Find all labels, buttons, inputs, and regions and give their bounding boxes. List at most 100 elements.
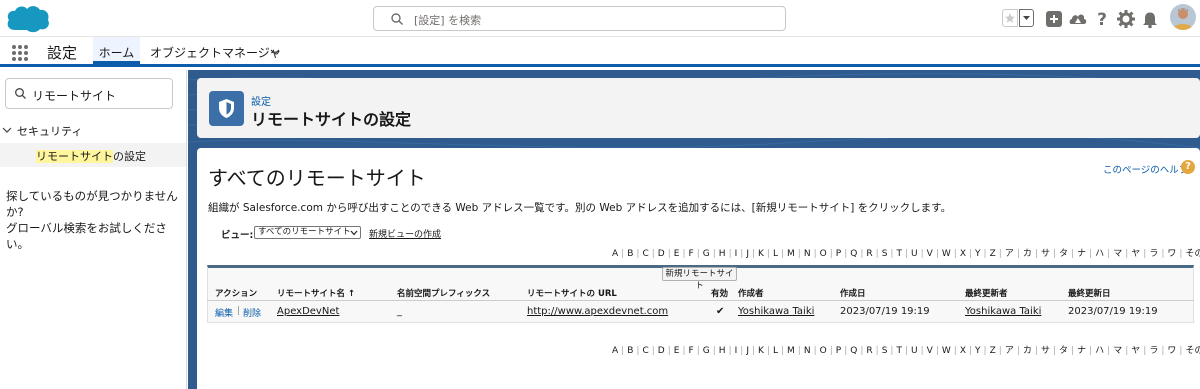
alpha-filter-item[interactable]: ヤ [1128, 343, 1143, 356]
alpha-filter-item[interactable]: T [893, 249, 905, 259]
alpha-filter-item[interactable]: N [801, 249, 814, 259]
column-header-url[interactable]: リモートサイトの URL [527, 287, 617, 299]
modified-by-link[interactable]: Yoshikawa Taiki [965, 306, 1041, 317]
alpha-filter-item[interactable]: X [957, 249, 969, 259]
alpha-filter-item[interactable]: Z [987, 346, 999, 356]
alpha-filter-item[interactable]: H [716, 249, 729, 259]
column-header-namespace[interactable]: 名前空間プレフィックス [397, 287, 490, 299]
alpha-filter-item[interactable]: W [939, 346, 954, 356]
alpha-filter-item[interactable]: E [671, 249, 683, 259]
tree-section-security[interactable]: セキュリティ [17, 123, 82, 139]
notification-bell-icon[interactable] [1140, 9, 1160, 29]
alpha-filter-item[interactable]: ナ [1074, 246, 1089, 259]
alpha-filter-item[interactable]: Y [972, 249, 984, 259]
alpha-filter-item[interactable]: その他 [1182, 343, 1200, 356]
alpha-filter-item[interactable]: J [743, 346, 752, 356]
alpha-filter-item[interactable]: G [700, 249, 713, 259]
alpha-filter-item[interactable]: S [879, 346, 891, 356]
alpha-filter-item[interactable]: Q [847, 346, 860, 356]
alpha-filter-item[interactable]: ア [1002, 246, 1017, 259]
tab-home[interactable]: ホーム [93, 37, 140, 64]
edit-link[interactable]: 編集 [215, 306, 233, 319]
alpha-filter-item[interactable]: マ [1110, 343, 1125, 356]
alpha-filter-item[interactable]: マ [1110, 246, 1125, 259]
alpha-filter-item[interactable]: I [732, 249, 741, 259]
alpha-filter-item[interactable]: G [700, 346, 713, 356]
alpha-filter-item[interactable]: カ [1020, 343, 1035, 356]
alpha-filter-item[interactable]: U [908, 249, 921, 259]
alpha-filter-item[interactable]: D [655, 346, 668, 356]
alpha-filter-item[interactable]: O [817, 249, 830, 259]
alpha-filter-item[interactable]: サ [1038, 246, 1053, 259]
tab-object-manager[interactable]: オブジェクトマネージャ [150, 44, 281, 61]
alpha-filter-item[interactable]: S [879, 249, 891, 259]
alpha-filter-item[interactable]: C [639, 249, 651, 259]
chevron-down-icon[interactable] [269, 47, 281, 57]
alpha-filter-item[interactable]: Q [847, 249, 860, 259]
alpha-filter-item[interactable]: V [924, 249, 936, 259]
tree-item-remote-site-settings[interactable]: リモートサイトの設定 [0, 143, 186, 167]
alpha-filter-item[interactable]: N [801, 346, 814, 356]
quick-find-input[interactable]: リモートサイト [5, 78, 173, 109]
column-header-modified-by[interactable]: 最終更新者 [965, 287, 1008, 299]
alpha-filter-item[interactable]: Y [972, 346, 984, 356]
alpha-filter-item[interactable]: ワ [1164, 343, 1179, 356]
alpha-filter-item[interactable]: F [686, 249, 697, 259]
favorites-dropdown-icon[interactable] [1019, 9, 1034, 27]
alpha-filter-item[interactable]: V [924, 346, 936, 356]
alpha-filter-item[interactable]: X [957, 346, 969, 356]
alpha-filter-item[interactable]: ラ [1146, 343, 1161, 356]
alpha-filter-item[interactable]: U [908, 346, 921, 356]
salesforce-logo-icon[interactable] [5, 4, 51, 34]
create-new-view-link[interactable]: 新規ビューの作成 [369, 227, 441, 240]
alpha-filter-item[interactable]: L [770, 346, 781, 356]
column-header-created-by[interactable]: 作成者 [738, 287, 764, 299]
alpha-filter-item[interactable]: M [784, 249, 798, 259]
remote-site-url-link[interactable]: http://www.apexdevnet.com [527, 306, 668, 317]
column-header-remote-site-name[interactable]: リモートサイト名 ↑ [277, 287, 355, 299]
app-launcher-icon[interactable] [11, 44, 29, 62]
help-question-icon[interactable]: ? [1181, 160, 1195, 174]
add-icon[interactable] [1044, 9, 1064, 29]
alpha-filter-item[interactable]: F [686, 346, 697, 356]
alpha-filter-item[interactable]: L [770, 249, 781, 259]
alpha-filter-item[interactable]: ハ [1092, 246, 1107, 259]
created-by-link[interactable]: Yoshikawa Taiki [738, 306, 814, 317]
alpha-filter-item[interactable]: ハ [1092, 343, 1107, 356]
alpha-filter-item[interactable]: W [939, 249, 954, 259]
favorite-star-icon[interactable] [1002, 9, 1018, 27]
alpha-filter-item[interactable]: O [817, 346, 830, 356]
alpha-filter-item[interactable]: J [743, 249, 752, 259]
help-icon[interactable]: ? [1092, 9, 1112, 29]
alpha-filter-item[interactable]: B [624, 346, 636, 356]
alpha-filter-item[interactable]: A [609, 249, 621, 259]
alpha-filter-item[interactable]: ナ [1074, 343, 1089, 356]
alpha-filter-item[interactable]: その他 [1182, 246, 1200, 259]
alpha-filter-item[interactable]: K [755, 249, 767, 259]
alpha-filter-item[interactable]: H [716, 346, 729, 356]
new-remote-site-button[interactable]: 新規リモートサイト [662, 267, 737, 291]
gear-icon[interactable] [1116, 9, 1136, 29]
alpha-filter-item[interactable]: I [732, 346, 741, 356]
column-header-modified-date[interactable]: 最終更新日 [1068, 287, 1111, 299]
column-header-created-date[interactable]: 作成日 [840, 287, 866, 299]
alpha-filter-item[interactable]: A [609, 346, 621, 356]
view-select[interactable]: すべてのリモートサイト [254, 226, 361, 239]
trailhead-icon[interactable] [1068, 9, 1088, 29]
alpha-filter-item[interactable]: タ [1056, 246, 1071, 259]
alpha-filter-item[interactable]: サ [1038, 343, 1053, 356]
remote-site-name-link[interactable]: ApexDevNet [277, 306, 339, 317]
alpha-filter-item[interactable]: D [655, 249, 668, 259]
alpha-filter-item[interactable]: K [755, 346, 767, 356]
alpha-filter-item[interactable]: R [863, 249, 875, 259]
alpha-filter-item[interactable]: カ [1020, 246, 1035, 259]
column-header-active[interactable]: 有効 [711, 287, 728, 299]
alpha-filter-item[interactable]: タ [1056, 343, 1071, 356]
delete-link[interactable]: 削除 [243, 306, 261, 319]
alpha-filter-item[interactable]: ヤ [1128, 246, 1143, 259]
global-search-input[interactable]: [設定] を検索 [373, 6, 786, 31]
alpha-filter-item[interactable]: ワ [1164, 246, 1179, 259]
alpha-filter-item[interactable]: T [893, 346, 905, 356]
alpha-filter-item[interactable]: P [833, 249, 844, 259]
alpha-filter-item[interactable]: Z [987, 249, 999, 259]
